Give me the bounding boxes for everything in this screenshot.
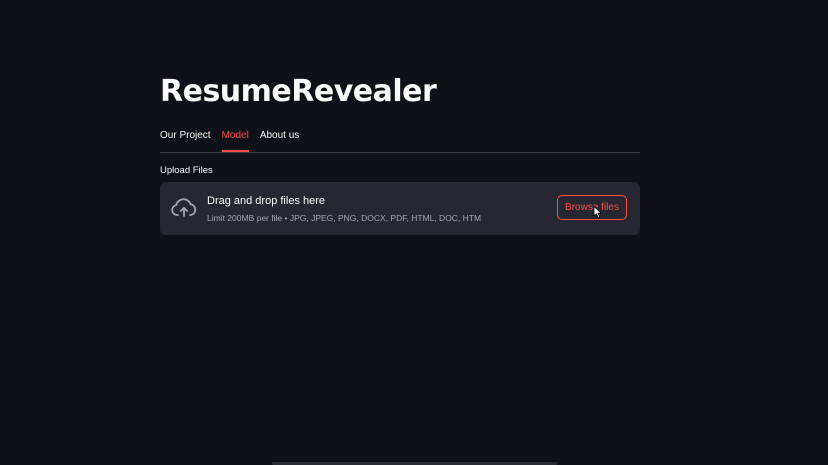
tab-bar: Our Project Model About us xyxy=(160,126,640,153)
cloud-upload-icon xyxy=(171,198,197,217)
mouse-cursor-icon xyxy=(593,206,602,218)
upload-files-label: Upload Files xyxy=(160,165,213,176)
browse-files-button[interactable]: Browse files xyxy=(557,195,627,220)
dropzone-limit-text: Limit 200MB per file • JPG, JPEG, PNG, D… xyxy=(207,213,482,223)
tab-model[interactable]: Model xyxy=(221,126,249,152)
page: ResumeRevealer Our Project Model About u… xyxy=(0,0,828,465)
file-dropzone[interactable]: Drag and drop files here Limit 200MB per… xyxy=(160,182,640,235)
dropzone-instruction: Drag and drop files here xyxy=(207,195,326,207)
tab-our-project[interactable]: Our Project xyxy=(160,126,211,151)
tab-about-us[interactable]: About us xyxy=(260,126,299,151)
page-title: ResumeRevealer xyxy=(160,74,437,109)
